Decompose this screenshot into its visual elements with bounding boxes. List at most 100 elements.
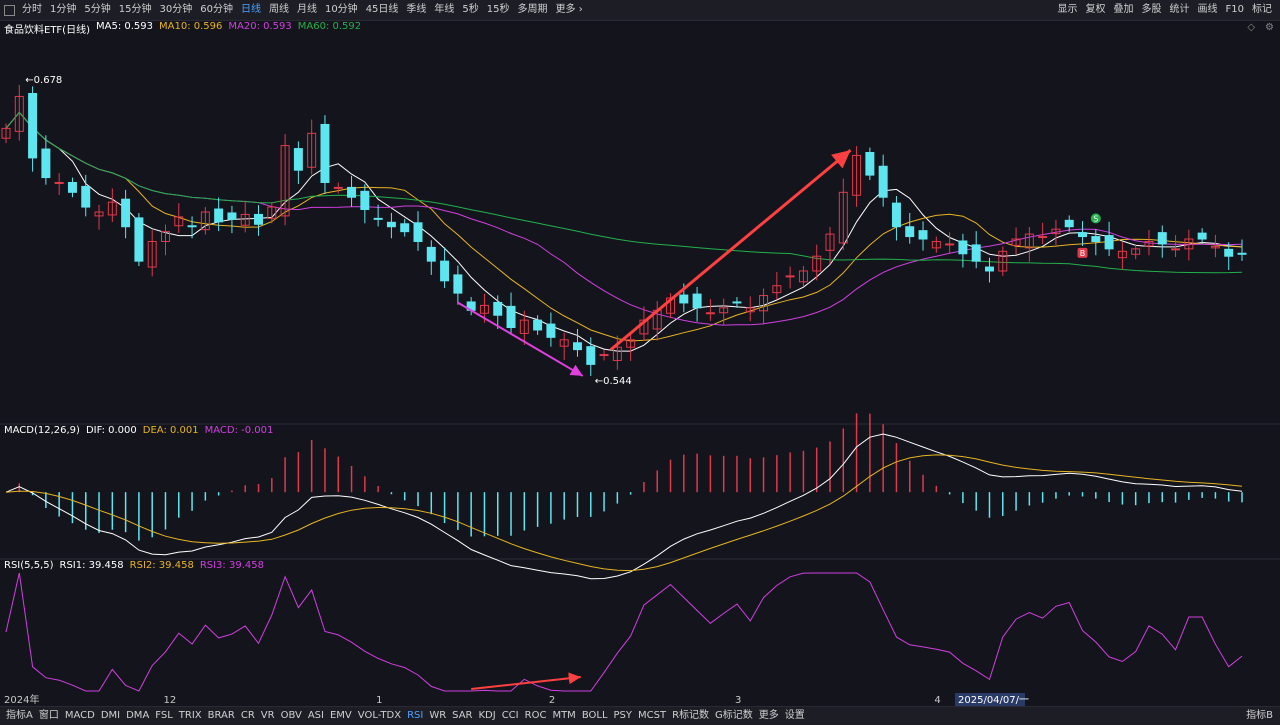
candle-body xyxy=(506,305,516,329)
moving-averages xyxy=(5,111,1243,352)
period-tab[interactable]: 5秒 xyxy=(458,0,482,20)
toolbar-action-button[interactable]: 复权 xyxy=(1082,0,1110,20)
macd-panel xyxy=(5,413,1243,580)
period-tab[interactable]: 5分钟 xyxy=(80,0,114,20)
candle-body xyxy=(254,213,264,225)
indicator-b-button[interactable]: 指标B xyxy=(1243,707,1276,725)
candle-body xyxy=(1078,232,1088,238)
indicator-tab[interactable]: MACD xyxy=(62,707,98,725)
sell-signal-label: S xyxy=(1093,214,1098,223)
candle-body xyxy=(958,240,968,255)
candle-body xyxy=(692,293,702,309)
indicator-tab[interactable]: CR xyxy=(238,707,258,725)
candle-body xyxy=(1064,219,1074,228)
candle-body xyxy=(67,181,77,193)
toolbar-action-button[interactable]: 多股 xyxy=(1138,0,1166,20)
ma20-line xyxy=(5,111,1243,326)
indicator-tab[interactable]: DMI xyxy=(98,707,123,725)
period-tab[interactable]: 30分钟 xyxy=(155,0,196,20)
candle-body xyxy=(386,221,396,228)
period-tab[interactable]: 45日线 xyxy=(362,0,403,20)
period-tab[interactable]: 年线 xyxy=(430,0,458,20)
period-tab[interactable]: 日线 xyxy=(237,0,265,20)
indicator-tab[interactable]: TRIX xyxy=(176,707,205,725)
rsi-line xyxy=(5,572,1243,692)
indicator-tab[interactable]: CCI xyxy=(499,707,522,725)
toolbar-action-button[interactable]: 标记 xyxy=(1248,0,1276,20)
candle-body xyxy=(121,198,131,228)
candle-body xyxy=(1171,248,1181,251)
indicator-tab[interactable]: G标记数 xyxy=(712,707,756,725)
period-tab[interactable]: 多周期 xyxy=(514,0,552,20)
candle-body xyxy=(493,301,503,316)
ma60-line xyxy=(5,111,1243,274)
period-tab[interactable]: 分时 xyxy=(18,0,46,20)
indicator-tab[interactable]: 更多 xyxy=(756,707,782,725)
candle-body xyxy=(41,148,51,179)
period-tab[interactable]: 月线 xyxy=(293,0,321,20)
candle-body xyxy=(945,243,955,246)
indicator-toolbar: 指标A 窗口 MACD DMI DMA FSL TRIX BRAR CR VR OBV ASI EMV V… xyxy=(0,706,1280,725)
candle-body xyxy=(347,186,357,198)
candle-body xyxy=(214,208,224,223)
candle-body xyxy=(1104,235,1114,250)
period-tab[interactable]: 15分钟 xyxy=(115,0,156,20)
toolbar-action-button[interactable]: 统计 xyxy=(1166,0,1194,20)
candle-body xyxy=(440,260,450,282)
x-tick-label: 1 xyxy=(376,695,382,706)
candle-body xyxy=(413,222,423,242)
indicator-tab[interactable]: MCST xyxy=(635,707,669,725)
period-tabs: 分时 1分钟 5分钟 15分钟 30分钟 60分钟 日线 周线 月线 10分钟 45日线 季线 年线 5秒… xyxy=(0,0,587,20)
indicator-tab[interactable]: PSY xyxy=(611,707,636,725)
high-price-label: ←0.678 xyxy=(25,75,62,86)
candle-body xyxy=(785,275,795,278)
crosshair-date-label: 2025/04/07/一 xyxy=(958,695,1029,706)
indicator-tab[interactable]: SAR xyxy=(449,707,475,725)
indicator-tabs: 指标A 窗口 MACD DMI DMA FSL TRIX BRAR CR VR OBV ASI EMV V… xyxy=(0,707,808,725)
candle-body xyxy=(54,181,64,184)
indicator-tab[interactable]: VR xyxy=(258,707,278,725)
period-tab[interactable]: 10分钟 xyxy=(321,0,362,20)
rsi-divergence-arrow xyxy=(471,672,581,690)
indicator-tab[interactable]: KDJ xyxy=(475,707,498,725)
candle-body xyxy=(918,230,928,240)
x-tick-label: 3 xyxy=(735,695,741,706)
indicator-tab[interactable]: 窗口 xyxy=(36,707,62,725)
candle-body xyxy=(572,342,582,351)
indicator-tab[interactable]: BRAR xyxy=(205,707,238,725)
indicator-tab[interactable]: EMV xyxy=(327,707,355,725)
indicator-tab[interactable]: MTM xyxy=(549,707,578,725)
panel-toggle-icon[interactable] xyxy=(4,4,15,16)
indicator-tab[interactable]: R标记数 xyxy=(669,707,712,725)
candle-body xyxy=(400,223,410,233)
indicator-tab[interactable]: FSL xyxy=(152,707,176,725)
indicator-tab[interactable]: RSI xyxy=(404,707,426,725)
candle-body xyxy=(586,346,596,365)
candle-body xyxy=(187,225,197,228)
kline-chart[interactable]: ←0.678←0.544SB 2024年 12 1 2 3 4 2025/04/07/一 xyxy=(0,21,1280,706)
candle-body xyxy=(453,274,463,294)
indicator-tab[interactable]: DMA xyxy=(123,707,152,725)
candle-body xyxy=(971,244,981,262)
indicator-tab[interactable]: VOL-TDX xyxy=(355,707,404,725)
toolbar-action-button[interactable]: 叠加 xyxy=(1110,0,1138,20)
period-tab[interactable]: 周线 xyxy=(265,0,293,20)
indicator-tab[interactable]: 设置 xyxy=(782,707,808,725)
indicator-tab[interactable]: WR xyxy=(426,707,449,725)
candle-body xyxy=(373,217,383,220)
toolbar-action-button[interactable]: 画线 xyxy=(1194,0,1222,20)
indicator-tab[interactable]: BOLL xyxy=(579,707,611,725)
toolbar-action-button[interactable]: 显示 xyxy=(1054,0,1082,20)
period-tab[interactable]: 1分钟 xyxy=(46,0,80,20)
toolbar-action-button[interactable]: F10 xyxy=(1222,0,1248,20)
candle-body xyxy=(533,319,543,331)
period-tab[interactable]: 15秒 xyxy=(483,0,514,20)
indicator-tab[interactable]: ROC xyxy=(522,707,550,725)
indicator-tab[interactable]: ASI xyxy=(305,707,327,725)
indicator-tab[interactable]: OBV xyxy=(278,707,305,725)
candle-body xyxy=(1091,236,1101,242)
period-tab[interactable]: 季线 xyxy=(402,0,430,20)
indicator-tab[interactable]: 指标A xyxy=(3,707,36,725)
period-tab[interactable]: 60分钟 xyxy=(196,0,237,20)
period-tab[interactable]: 更多 › xyxy=(552,0,587,20)
